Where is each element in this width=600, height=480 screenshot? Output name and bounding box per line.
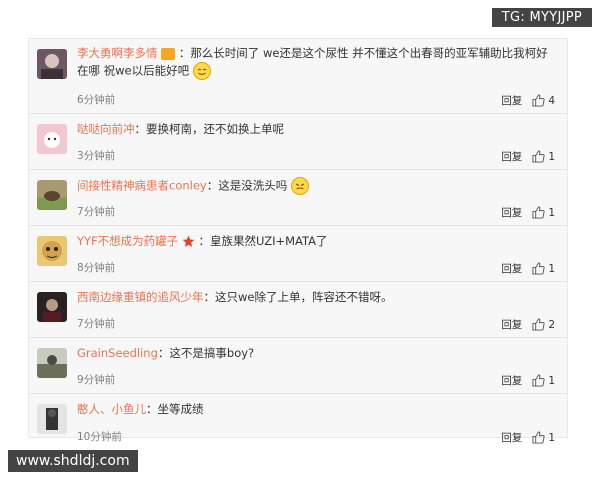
comment-actions: 回复 1 (501, 373, 555, 388)
comment-time: 3分钟前 (77, 150, 116, 162)
like-count: 4 (548, 94, 555, 107)
comment-time: 8分钟前 (77, 262, 116, 274)
comment-text: 这只we除了上单，阵容还不错呀。 (215, 290, 393, 304)
comment-actions: 回复 2 (501, 317, 555, 332)
reply-button[interactable]: 回复 (501, 261, 522, 276)
thumbs-up-icon (532, 431, 545, 444)
reply-button[interactable]: 回复 (501, 317, 522, 332)
thumbs-up-icon (532, 374, 545, 387)
thumbs-up-icon (532, 150, 545, 163)
avatar[interactable] (37, 404, 67, 434)
avatar[interactable] (37, 124, 67, 154)
comment-body: 西南边缘重镇的追风少年：这只we除了上单，阵容还不错呀。 (77, 290, 393, 304)
like-button[interactable]: 1 (532, 431, 555, 444)
username-link[interactable]: YYF不想成为药罐子 (77, 234, 178, 248)
like-button[interactable]: 1 (532, 150, 555, 163)
comment-item: 憨人、小鱼儿：坐等成绩 10分钟前 回复 1 (29, 394, 567, 450)
avatar[interactable] (37, 292, 67, 322)
like-count: 1 (548, 374, 555, 387)
star-badge-icon (182, 235, 195, 248)
tg-watermark-label: TG: MYYJJPP (491, 8, 592, 27)
comment-body: 间接性精神病患者conley：这是没洗头吗 (77, 177, 557, 195)
comment-time: 7分钟前 (77, 206, 116, 218)
like-count: 1 (548, 262, 555, 275)
comment-actions: 回复 4 (501, 93, 555, 108)
comment-text: 这是没洗头吗 (218, 178, 288, 193)
reply-button[interactable]: 回复 (501, 93, 522, 108)
comment-item: 西南边缘重镇的追风少年：这只we除了上单，阵容还不错呀。 7分钟前 回复 2 (29, 282, 567, 338)
comment-time: 6分钟前 (77, 94, 116, 106)
comment-text: 坐等成绩 (157, 402, 204, 416)
comment-body: 憨人、小鱼儿：坐等成绩 (77, 402, 204, 416)
comment-text: 要换柯南，还不如换上单呢 (146, 122, 284, 136)
comment-body: YYF不想成为药罐子 ：皇族果然UZI+MATA了 (77, 234, 328, 248)
username-link[interactable]: 憨人、小鱼儿 (77, 402, 146, 416)
avatar[interactable] (37, 180, 67, 210)
comment-time: 9分钟前 (77, 374, 116, 386)
like-count: 1 (548, 431, 555, 444)
comment-text: 皇族果然UZI+MATA了 (209, 234, 328, 248)
like-button[interactable]: 2 (532, 318, 555, 331)
comment-time: 7分钟前 (77, 318, 116, 330)
thumbs-up-icon (532, 262, 545, 275)
like-count: 1 (548, 206, 555, 219)
comment-actions: 回复 1 (501, 205, 555, 220)
comment-list: 李大勇啊李多情 ：那么长时间了 we还是这个尿性 并不懂这个出春哥的亚军辅助比我… (28, 38, 568, 444)
username-link[interactable]: 哒哒向前冲 (77, 122, 135, 136)
comment-item: 李大勇啊李多情 ：那么长时间了 we还是这个尿性 并不懂这个出春哥的亚军辅助比我… (29, 39, 567, 114)
avatar[interactable] (37, 49, 67, 79)
username-link[interactable]: 间接性精神病患者conley (77, 179, 207, 193)
username-link[interactable]: 西南边缘重镇的追风少年 (77, 290, 204, 304)
reply-button[interactable]: 回复 (501, 430, 522, 445)
comment-item: GrainSeedling：这不是搞事boy? 9分钟前 回复 1 (29, 338, 567, 394)
like-count: 2 (548, 318, 555, 331)
disgusted-emoji-icon (290, 177, 309, 195)
comment-text: 这不是搞事boy? (169, 346, 255, 360)
vip-badge-icon (161, 47, 176, 60)
like-button[interactable]: 1 (532, 262, 555, 275)
thumbs-up-icon (532, 318, 545, 331)
comment-body: 哒哒向前冲：要换柯南，还不如换上单呢 (77, 122, 284, 136)
thumbs-up-icon (532, 206, 545, 219)
like-button[interactable]: 4 (532, 94, 555, 107)
comment-actions: 回复 1 (501, 261, 555, 276)
comment-item: 间接性精神病患者conley：这是没洗头吗 7分钟前 回复 1 (29, 170, 567, 226)
site-url-watermark: www.shdldj.com (8, 450, 138, 472)
username-link[interactable]: 李大勇啊李多情 (77, 46, 158, 60)
smiling-emoji-icon (192, 62, 211, 80)
comment-item: 哒哒向前冲：要换柯南，还不如换上单呢 3分钟前 回复 1 (29, 114, 567, 170)
comment-actions: 回复 1 (501, 149, 555, 164)
comment-body: 李大勇啊李多情 ：那么长时间了 we还是这个尿性 并不懂这个出春哥的亚军辅助比我… (77, 45, 557, 80)
reply-button[interactable]: 回复 (501, 373, 522, 388)
reply-button[interactable]: 回复 (501, 149, 522, 164)
like-count: 1 (548, 150, 555, 163)
avatar[interactable] (37, 236, 67, 266)
like-button[interactable]: 1 (532, 206, 555, 219)
comment-actions: 回复 1 (501, 430, 555, 445)
avatar[interactable] (37, 348, 67, 378)
reply-button[interactable]: 回复 (501, 205, 522, 220)
like-button[interactable]: 1 (532, 374, 555, 387)
comment-item: YYF不想成为药罐子 ：皇族果然UZI+MATA了 8分钟前 回复 1 (29, 226, 567, 282)
comment-body: GrainSeedling：这不是搞事boy? (77, 346, 255, 360)
username-link[interactable]: GrainSeedling (77, 346, 158, 360)
comment-time: 10分钟前 (77, 431, 122, 443)
thumbs-up-icon (532, 94, 545, 107)
